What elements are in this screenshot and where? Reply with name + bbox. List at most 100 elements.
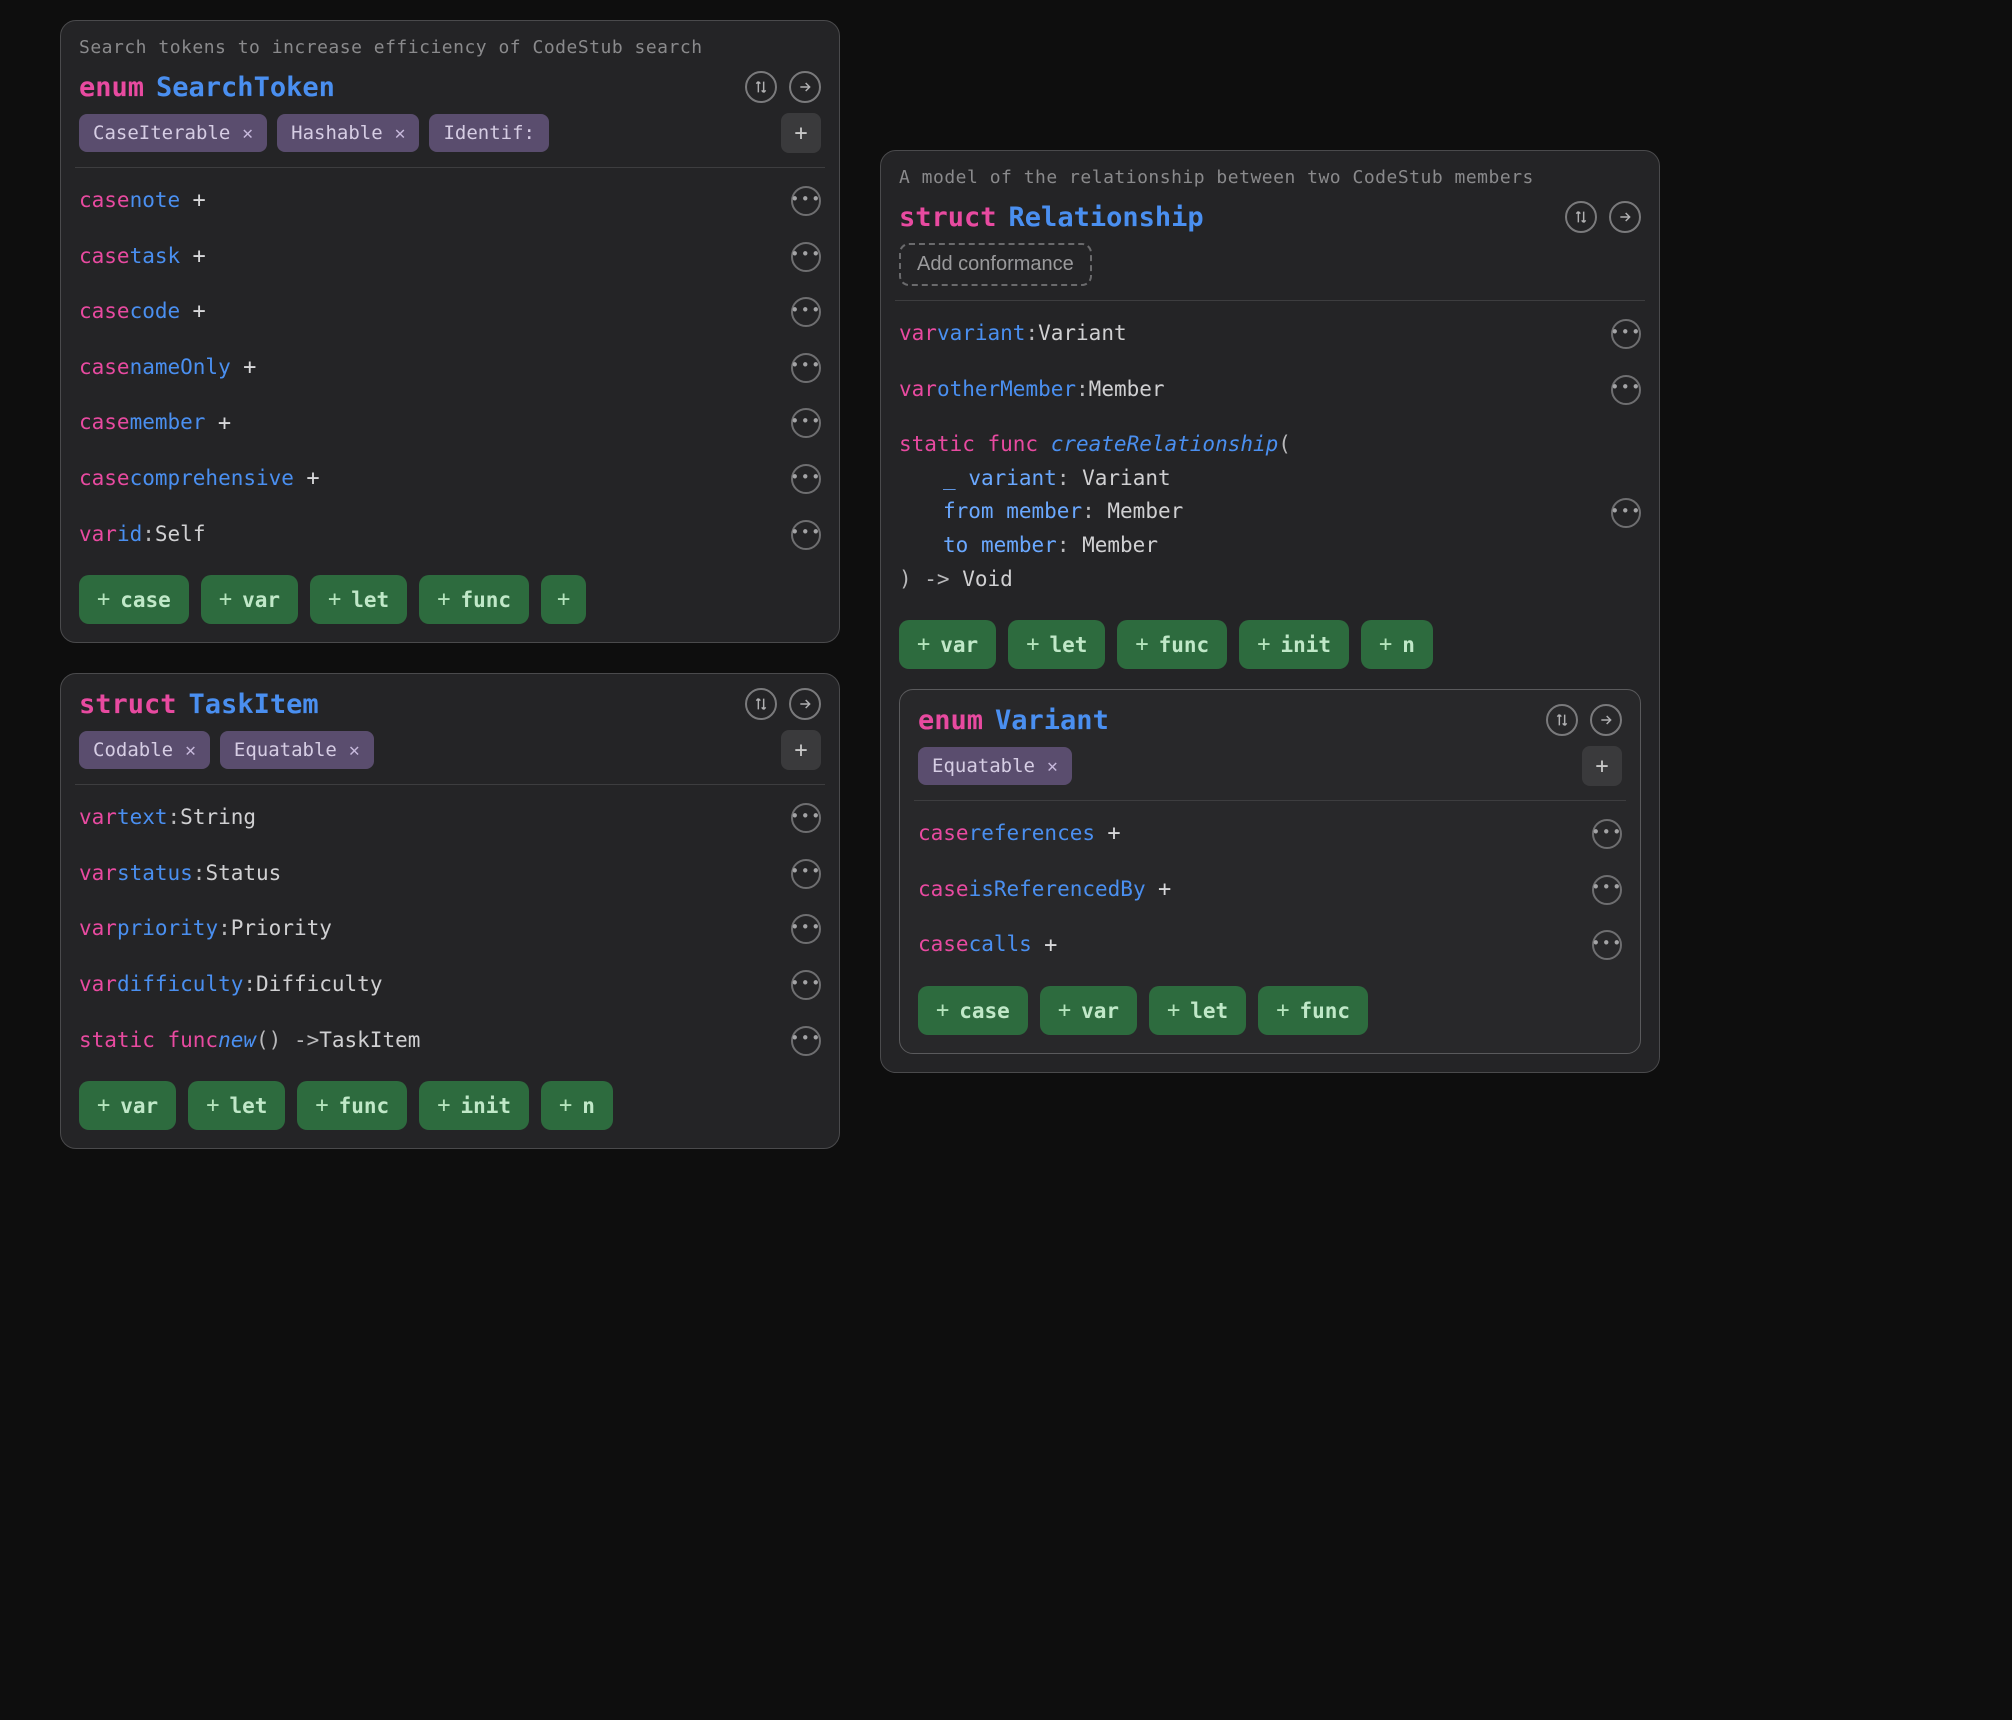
more-icon[interactable]: •••: [791, 914, 821, 944]
add-associated-icon[interactable]: +: [302, 468, 324, 490]
more-icon[interactable]: •••: [791, 408, 821, 438]
card-searchtoken: Search tokens to increase efficiency of …: [60, 20, 840, 643]
add-func-button[interactable]: +func: [1258, 986, 1368, 1035]
add-more-button[interactable]: +n: [541, 1081, 613, 1130]
navigate-icon[interactable]: [789, 688, 821, 720]
add-func-button[interactable]: +func: [1117, 620, 1227, 669]
member-row: case calls+ •••: [918, 920, 1622, 970]
members-list: case note+ ••• case task+ ••• case code+…: [79, 176, 821, 559]
conformance-chip[interactable]: Equatable✕: [918, 747, 1072, 785]
more-icon[interactable]: •••: [1592, 875, 1622, 905]
add-var-button[interactable]: +var: [899, 620, 996, 669]
add-let-button[interactable]: +let: [310, 575, 407, 624]
conformance-chip[interactable]: Equatable✕: [220, 731, 374, 769]
member-row: case note+ •••: [79, 176, 821, 226]
members-list: case references+ ••• case isReferencedBy…: [918, 809, 1622, 970]
more-icon[interactable]: •••: [791, 859, 821, 889]
more-icon[interactable]: •••: [791, 353, 821, 383]
remove-icon[interactable]: ✕: [1047, 756, 1058, 777]
add-var-button[interactable]: +var: [79, 1081, 176, 1130]
more-icon[interactable]: •••: [791, 803, 821, 833]
header-icons: [745, 688, 821, 720]
add-var-button[interactable]: +var: [1040, 986, 1137, 1035]
add-init-button[interactable]: +init: [419, 1081, 529, 1130]
remove-icon[interactable]: ✕: [349, 740, 360, 761]
card-relationship: A model of the relationship between two …: [880, 150, 1660, 1073]
card-taskitem: struct TaskItem Codable✕ Equatable✕ + va…: [60, 673, 840, 1149]
add-let-button[interactable]: +let: [188, 1081, 285, 1130]
add-conformance-button[interactable]: +: [781, 113, 821, 153]
type-name: SearchToken: [156, 72, 335, 103]
navigate-icon[interactable]: [1609, 201, 1641, 233]
navigate-icon[interactable]: [1590, 704, 1622, 736]
add-let-button[interactable]: +let: [1149, 986, 1246, 1035]
more-icon[interactable]: •••: [1611, 319, 1641, 349]
more-icon[interactable]: •••: [1611, 498, 1641, 528]
card-description: A model of the relationship between two …: [899, 165, 1641, 191]
action-row: +var +let +func +init +n: [79, 1081, 821, 1130]
members-list: var text: String ••• var status: Status …: [79, 793, 821, 1065]
more-icon[interactable]: •••: [1592, 930, 1622, 960]
divider: [895, 300, 1645, 301]
conformance-chips: CaseIterable✕ Hashable✕ Identif:: [79, 114, 771, 152]
reorder-icon[interactable]: [1565, 201, 1597, 233]
keyword-enum: enum: [918, 705, 983, 736]
add-func-button[interactable]: +func: [297, 1081, 407, 1130]
add-conformance-button[interactable]: +: [1582, 746, 1622, 786]
reorder-icon[interactable]: [745, 71, 777, 103]
conformance-chips: Equatable✕: [918, 747, 1572, 785]
conformance-chip[interactable]: Hashable✕: [277, 114, 419, 152]
card-description: Search tokens to increase efficiency of …: [79, 35, 821, 61]
conformance-chip[interactable]: Identif:: [429, 114, 549, 152]
card-title: enum SearchToken: [79, 72, 335, 103]
add-associated-icon[interactable]: +: [188, 245, 210, 267]
add-associated-icon[interactable]: +: [239, 357, 261, 379]
add-associated-icon[interactable]: +: [1040, 934, 1062, 956]
divider: [914, 800, 1626, 801]
keyword-enum: enum: [79, 72, 144, 103]
more-icon[interactable]: •••: [791, 242, 821, 272]
conformance-row: Codable✕ Equatable✕ +: [79, 730, 821, 770]
add-conformance-button[interactable]: Add conformance: [899, 243, 1092, 286]
remove-icon[interactable]: ✕: [185, 740, 196, 761]
member-row: case code+ •••: [79, 287, 821, 337]
member-row: case task+ •••: [79, 232, 821, 282]
add-more-button[interactable]: +n: [1361, 620, 1433, 669]
more-icon[interactable]: •••: [791, 970, 821, 1000]
remove-icon[interactable]: ✕: [242, 123, 253, 144]
add-init-button[interactable]: +init: [1239, 620, 1349, 669]
member-row: case isReferencedBy+ •••: [918, 865, 1622, 915]
more-icon[interactable]: •••: [791, 186, 821, 216]
more-icon[interactable]: •••: [1592, 819, 1622, 849]
add-case-button[interactable]: +case: [918, 986, 1028, 1035]
more-icon[interactable]: •••: [791, 464, 821, 494]
reorder-icon[interactable]: [745, 688, 777, 720]
add-var-button[interactable]: +var: [201, 575, 298, 624]
more-icon[interactable]: •••: [791, 1026, 821, 1056]
member-row: var difficulty: Difficulty •••: [79, 960, 821, 1010]
card-header: enum Variant: [918, 704, 1622, 736]
add-let-button[interactable]: +let: [1008, 620, 1105, 669]
add-associated-icon[interactable]: +: [188, 301, 210, 323]
conformance-chips: Codable✕ Equatable✕: [79, 731, 771, 769]
add-associated-icon[interactable]: +: [1103, 823, 1125, 845]
card-header: enum SearchToken: [79, 71, 821, 103]
add-associated-icon[interactable]: +: [188, 190, 210, 212]
card-header: struct Relationship: [899, 201, 1641, 233]
member-row: static func createRelationship( _ varian…: [899, 420, 1641, 604]
add-associated-icon[interactable]: +: [1154, 879, 1176, 901]
more-icon[interactable]: •••: [1611, 375, 1641, 405]
add-case-button[interactable]: +case: [79, 575, 189, 624]
add-more-button[interactable]: +: [541, 575, 586, 624]
add-func-button[interactable]: +func: [419, 575, 529, 624]
type-name: Variant: [995, 705, 1109, 736]
conformance-chip[interactable]: CaseIterable✕: [79, 114, 267, 152]
remove-icon[interactable]: ✕: [395, 123, 406, 144]
add-conformance-button[interactable]: +: [781, 730, 821, 770]
conformance-chip[interactable]: Codable✕: [79, 731, 210, 769]
reorder-icon[interactable]: [1546, 704, 1578, 736]
more-icon[interactable]: •••: [791, 520, 821, 550]
navigate-icon[interactable]: [789, 71, 821, 103]
add-associated-icon[interactable]: +: [213, 412, 235, 434]
more-icon[interactable]: •••: [791, 297, 821, 327]
